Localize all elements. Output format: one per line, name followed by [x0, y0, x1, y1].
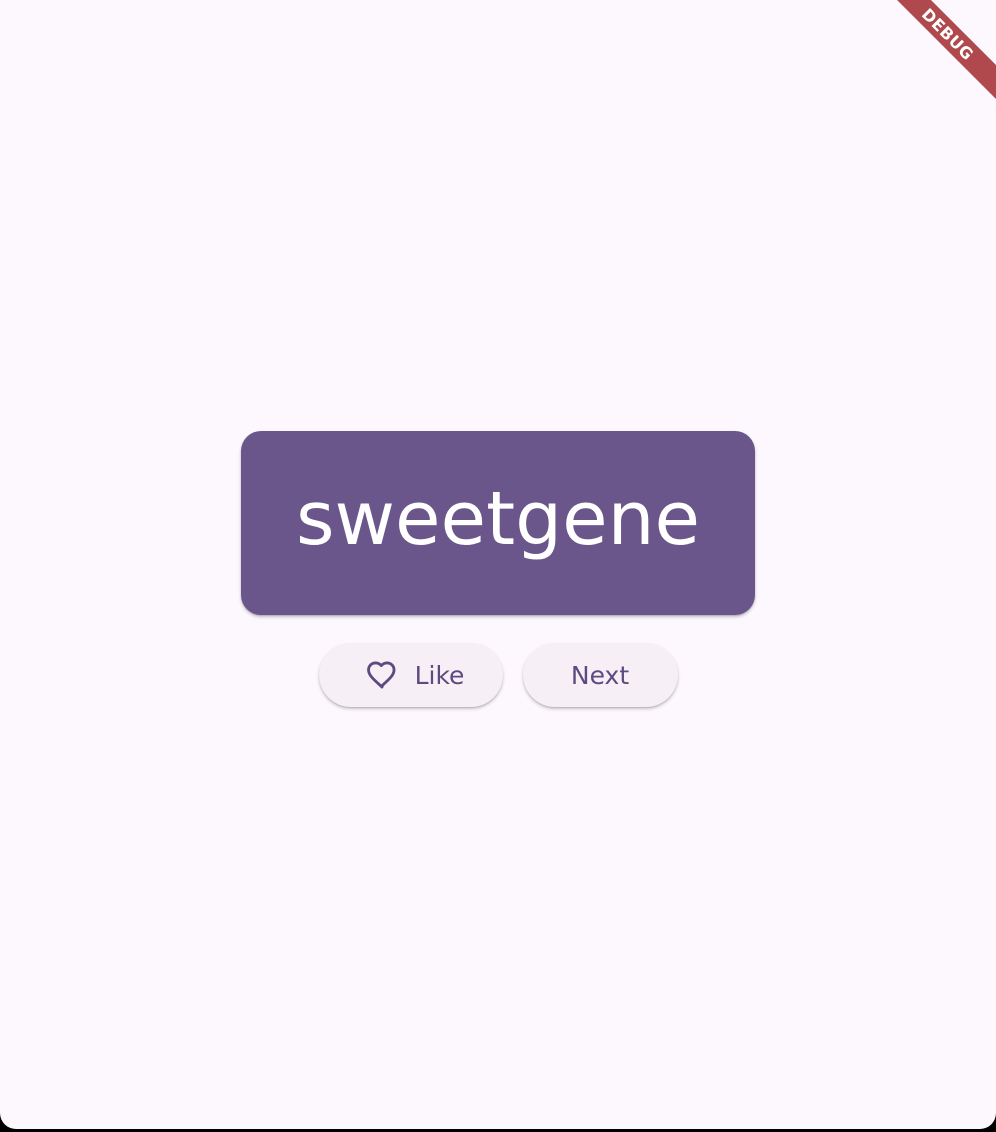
like-button-label: Like — [414, 660, 465, 690]
like-button[interactable]: Like — [318, 643, 503, 707]
next-button[interactable]: Next — [522, 643, 678, 707]
debug-banner: DEBUG — [875, 0, 996, 107]
button-row: Like Next — [318, 643, 678, 707]
next-button-label: Next — [570, 660, 630, 690]
word-card: sweetgene — [241, 431, 755, 615]
main-content: sweetgene Like Next — [0, 431, 996, 707]
heart-outline-icon — [365, 658, 399, 692]
word-pair-text: sweetgene — [295, 476, 701, 562]
app-window: sweetgene Like Next DEBUG — [0, 0, 996, 1129]
